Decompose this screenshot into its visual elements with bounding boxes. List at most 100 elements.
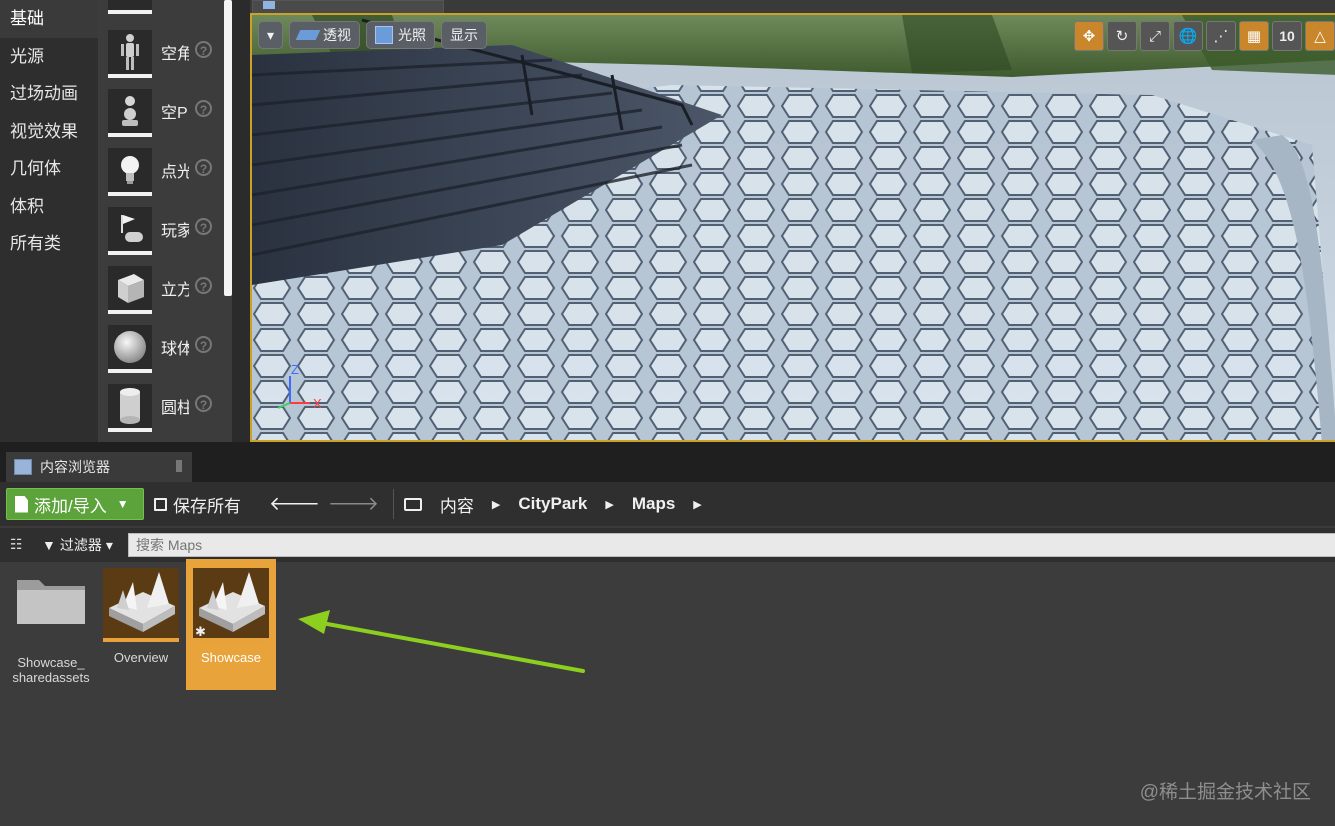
place-actor-list: ● 空角 ? 空P ? 点光 ? 玩家 ? 立方 ? xyxy=(98,0,232,442)
asset-label: Showcase_ sharedassets xyxy=(12,655,90,685)
rotate-icon[interactable]: ↻ xyxy=(1107,21,1137,51)
help-icon[interactable]: ? xyxy=(195,395,212,412)
sources-panel-toggle-icon[interactable]: ☷ xyxy=(10,536,28,552)
show-button[interactable]: 显示 xyxy=(441,21,488,49)
help-icon[interactable]: ? xyxy=(195,100,212,117)
surface-snap-icon[interactable]: ⋰ xyxy=(1206,21,1236,51)
sphere-icon xyxy=(108,325,152,373)
place-item-label: 圆柱 xyxy=(161,400,189,417)
filter-funnel-icon: ▼ xyxy=(42,537,56,553)
place-item-cylinder[interactable]: 圆柱 ? xyxy=(108,384,232,436)
toolbar-separator xyxy=(392,489,394,519)
place-item-partial[interactable]: ● xyxy=(108,0,232,18)
watermark: @稀土掘金技术社区 xyxy=(1139,782,1311,803)
place-item-sphere[interactable]: 球体 ? xyxy=(108,325,232,377)
rotation-snap-icon[interactable]: △ xyxy=(1305,21,1335,51)
save-icon xyxy=(154,497,167,511)
cylinder-icon xyxy=(108,384,152,432)
viewport-tab[interactable] xyxy=(252,0,444,14)
help-icon[interactable]: ? xyxy=(195,159,212,176)
scene-render xyxy=(252,15,1335,440)
save-all-label: 保存所有 xyxy=(173,496,241,516)
place-item-label: 立方 xyxy=(161,282,189,299)
mannequin-icon xyxy=(108,30,152,78)
panel-divider[interactable] xyxy=(232,0,250,442)
show-label: 显示 xyxy=(450,27,479,43)
viewport-toolbar-left: ▾ 透视 光照 显示 xyxy=(258,21,488,49)
map-icon xyxy=(103,568,179,642)
content-browser-icon xyxy=(14,459,32,475)
axis-z-label: Z xyxy=(291,362,299,377)
asset-tile-overview[interactable]: Overview xyxy=(96,562,186,665)
category-volumes[interactable]: 体积 xyxy=(0,188,98,226)
unsaved-asterisk-icon: ✱ xyxy=(195,625,206,638)
lighting-label: 光照 xyxy=(398,27,427,43)
viewport-toolbar-right: ✥ ↻ ⤢ 🌐 ⋰ ▦ 10 △ xyxy=(1074,21,1335,51)
axis-x-label: X xyxy=(313,396,322,411)
filter-button[interactable]: ▼ 过滤器 ▾ xyxy=(42,535,113,555)
category-geometry[interactable]: 几何体 xyxy=(0,150,98,188)
asset-label: Showcase xyxy=(201,650,261,665)
viewport-icon xyxy=(263,1,275,9)
category-cinematic[interactable]: 过场动画 xyxy=(0,75,98,113)
breadcrumb-content[interactable]: 内容 xyxy=(440,492,474,517)
place-list-scrollbar[interactable] xyxy=(224,0,232,296)
viewport-options-button[interactable]: ▾ xyxy=(258,21,284,49)
place-item-point-light[interactable]: 点光 ? xyxy=(108,148,232,200)
folder-icon xyxy=(17,580,85,624)
place-item-cube[interactable]: 立方 ? xyxy=(108,266,232,318)
cube-icon xyxy=(108,266,152,314)
content-browser-toolbar: 添加/导入 ▼ 保存所有 🡐 🡒 内容 ▶ CityPark ▶ Maps ▶ xyxy=(0,482,1335,526)
tab-pin-icon[interactable] xyxy=(176,460,182,472)
asset-tile-showcase[interactable]: ✱ Showcase xyxy=(186,559,276,690)
scale-icon[interactable]: ⤢ xyxy=(1140,21,1170,51)
forward-arrow-icon[interactable]: 🡒 xyxy=(328,492,379,516)
filter-label: 过滤器 xyxy=(59,537,102,553)
search-input[interactable] xyxy=(128,533,1335,557)
add-import-button[interactable]: 添加/导入 ▼ xyxy=(6,488,144,520)
help-icon[interactable]: ? xyxy=(195,336,212,353)
category-basic[interactable]: 基础 xyxy=(0,0,98,38)
sphere-icon: ● xyxy=(108,0,152,14)
breadcrumb-arrow-icon[interactable]: ▶ xyxy=(605,498,613,511)
place-item-label: 点光 xyxy=(161,164,189,181)
help-icon[interactable]: ? xyxy=(195,277,212,294)
place-item-label: 球体 xyxy=(161,341,189,358)
translate-icon[interactable]: ✥ xyxy=(1074,21,1104,51)
add-import-label: 添加/导入 xyxy=(34,496,107,516)
perspective-button[interactable]: 透视 xyxy=(289,21,361,49)
breadcrumb-arrow-icon[interactable]: ▶ xyxy=(492,498,500,511)
grid-snap-value[interactable]: 10 xyxy=(1272,21,1302,51)
asset-label: Overview xyxy=(113,650,169,665)
place-item-label: 玩家 xyxy=(161,223,189,240)
place-item-label: 空角 xyxy=(161,46,189,63)
back-arrow-icon[interactable]: 🡐 xyxy=(269,492,320,516)
grid-snap-icon[interactable]: ▦ xyxy=(1239,21,1269,51)
content-browser-title: 内容浏览器 xyxy=(40,459,110,475)
help-icon[interactable]: ? xyxy=(195,218,212,235)
breadcrumb-citypark[interactable]: CityPark xyxy=(518,494,587,514)
folder-open-icon[interactable] xyxy=(403,497,422,511)
place-item-player-start[interactable]: 玩家 ? xyxy=(108,207,232,259)
category-lights[interactable]: 光源 xyxy=(0,38,98,76)
place-item-label: 空P xyxy=(161,105,188,122)
lighting-button[interactable]: 光照 xyxy=(366,21,436,49)
breadcrumb-arrow-icon[interactable]: ▶ xyxy=(693,498,701,511)
axis-gizmo: Z X xyxy=(277,362,322,411)
asset-tile-folder[interactable]: Showcase_ sharedassets xyxy=(6,562,96,685)
category-all-classes[interactable]: 所有类 xyxy=(0,225,98,263)
content-browser-tab[interactable]: 内容浏览器 xyxy=(6,452,192,482)
place-item-empty-character[interactable]: 空角 ? xyxy=(108,30,232,82)
category-visual-effects[interactable]: 视觉效果 xyxy=(0,113,98,151)
player-start-icon xyxy=(108,207,152,255)
breadcrumb: 内容 ▶ CityPark ▶ Maps ▶ xyxy=(403,492,702,517)
map-icon: ✱ xyxy=(193,568,269,642)
help-icon[interactable]: ? xyxy=(195,41,212,58)
world-space-icon[interactable]: 🌐 xyxy=(1173,21,1203,51)
level-viewport[interactable]: ▾ 透视 光照 显示 ✥ ↻ ⤢ 🌐 ⋰ ▦ 10 △ Z X xyxy=(250,13,1335,442)
lightbulb-icon xyxy=(108,148,152,196)
save-all-button[interactable]: 保存所有 xyxy=(154,492,241,517)
asset-grid: Showcase_ sharedassets Overview ✱ Showca… xyxy=(0,559,1335,826)
place-item-empty-pawn[interactable]: 空P ? xyxy=(108,89,232,141)
breadcrumb-maps[interactable]: Maps xyxy=(632,494,675,514)
